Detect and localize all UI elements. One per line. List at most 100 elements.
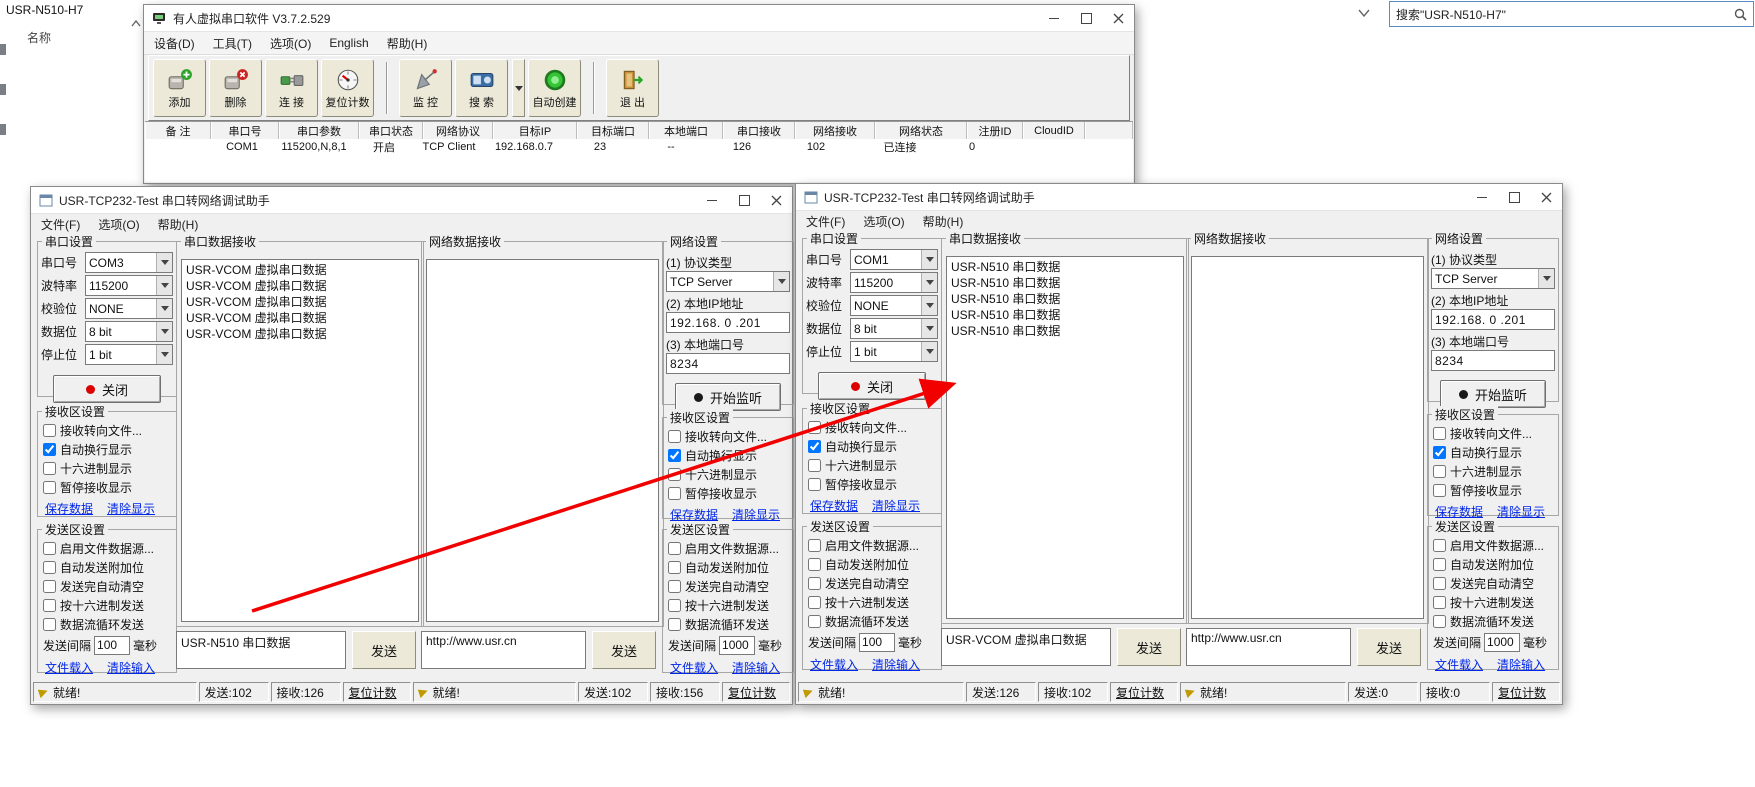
- recv-to-file-checkbox[interactable]: 接收转向文件...: [806, 418, 938, 437]
- baud-rate-select[interactable]: 115200: [85, 275, 173, 296]
- serial-receive-area[interactable]: USR-N510 串口数据 USR-N510 串口数据 USR-N510 串口数…: [946, 256, 1184, 619]
- clear-input-link[interactable]: 清除输入: [732, 659, 780, 676]
- minimize-button[interactable]: [1466, 184, 1498, 210]
- menu-file[interactable]: 文件(F): [806, 213, 845, 230]
- clear-after-send-checkbox[interactable]: 发送完自动清空: [806, 574, 938, 593]
- menu-help[interactable]: 帮助(H): [387, 35, 428, 52]
- menu-options[interactable]: 选项(O): [863, 213, 904, 230]
- protocol-select[interactable]: TCP Server: [666, 271, 790, 292]
- hex-send-checkbox[interactable]: 按十六进制发送: [1431, 593, 1555, 612]
- hex-display-checkbox[interactable]: 十六进制显示: [41, 459, 173, 478]
- network-send-input[interactable]: http://www.usr.cn: [1186, 628, 1351, 666]
- network-send-input[interactable]: http://www.usr.cn: [421, 631, 586, 669]
- local-port-input[interactable]: 8234: [666, 353, 790, 374]
- chevron-down-icon[interactable]: [1538, 269, 1554, 288]
- interval-input[interactable]: 1000: [1484, 633, 1520, 652]
- serial-receive-area[interactable]: USR-VCOM 虚拟串口数据 USR-VCOM 虚拟串口数据 USR-VCOM…: [181, 259, 419, 622]
- auto-append-checkbox[interactable]: 自动发送附加位: [41, 558, 173, 577]
- interval-input[interactable]: 100: [859, 633, 895, 652]
- titlebar[interactable]: USR-TCP232-Test 串口转网络调试助手: [31, 187, 792, 214]
- parity-select[interactable]: NONE: [85, 298, 173, 319]
- explorer-search-box[interactable]: [1389, 1, 1754, 27]
- network-reset-count-link[interactable]: 复位计数: [722, 682, 790, 702]
- add-port-button[interactable]: 添加: [153, 59, 206, 117]
- close-button[interactable]: [1102, 5, 1134, 31]
- auto-wrap-checkbox[interactable]: 自动换行显示: [806, 437, 938, 456]
- start-listen-button[interactable]: 开始监听: [1440, 380, 1546, 408]
- connect-button[interactable]: 连 接: [265, 59, 318, 117]
- chevron-down-icon[interactable]: [156, 276, 172, 295]
- local-port-input[interactable]: 8234: [1431, 350, 1555, 371]
- interval-input[interactable]: 1000: [719, 636, 755, 655]
- clear-display-link[interactable]: 清除显示: [107, 500, 155, 517]
- minimize-button[interactable]: [696, 187, 728, 213]
- maximize-button[interactable]: [1498, 184, 1530, 210]
- clear-input-link[interactable]: 清除输入: [1497, 656, 1545, 673]
- hex-display-checkbox[interactable]: 十六进制显示: [806, 456, 938, 475]
- load-file-link[interactable]: 文件载入: [670, 659, 718, 676]
- menu-device[interactable]: 设备(D): [154, 35, 195, 52]
- local-ip-input[interactable]: 192.168. 0 .201: [666, 312, 790, 333]
- search-device-button[interactable]: 搜 索: [455, 59, 508, 117]
- menu-help[interactable]: 帮助(H): [158, 216, 199, 233]
- baud-rate-select[interactable]: 115200: [850, 272, 938, 293]
- search-dropdown-arrow[interactable]: [512, 59, 525, 117]
- pause-recv-checkbox[interactable]: 暂停接收显示: [1431, 481, 1555, 500]
- reset-count-button[interactable]: 复位计数: [321, 59, 374, 117]
- clear-input-link[interactable]: 清除输入: [107, 659, 155, 676]
- load-file-link[interactable]: 文件载入: [45, 659, 93, 676]
- pause-recv-checkbox[interactable]: 暂停接收显示: [806, 475, 938, 494]
- databits-select[interactable]: 8 bit: [85, 321, 173, 342]
- save-data-link[interactable]: 保存数据: [45, 500, 93, 517]
- hex-send-checkbox[interactable]: 按十六进制发送: [41, 596, 173, 615]
- auto-append-checkbox[interactable]: 自动发送附加位: [666, 558, 790, 577]
- recv-to-file-checkbox[interactable]: 接收转向文件...: [666, 427, 790, 446]
- network-receive-area[interactable]: [426, 259, 659, 622]
- auto-append-checkbox[interactable]: 自动发送附加位: [1431, 555, 1555, 574]
- loop-send-checkbox[interactable]: 数据流循环发送: [666, 615, 790, 634]
- search-icon[interactable]: [1728, 8, 1753, 21]
- menu-file[interactable]: 文件(F): [41, 216, 80, 233]
- table-row[interactable]: COM1 115200,N,8,1 开启 TCP Client 192.168.…: [145, 139, 1133, 155]
- parity-select[interactable]: NONE: [850, 295, 938, 316]
- protocol-select[interactable]: TCP Server: [1431, 268, 1555, 289]
- chevron-down-icon[interactable]: [921, 342, 937, 361]
- recv-to-file-checkbox[interactable]: 接收转向文件...: [1431, 424, 1555, 443]
- menu-english[interactable]: English: [329, 36, 368, 50]
- collapse-chevron-icon[interactable]: [131, 16, 141, 30]
- loop-send-checkbox[interactable]: 数据流循环发送: [41, 615, 173, 634]
- chevron-down-icon[interactable]: [156, 345, 172, 364]
- file-source-checkbox[interactable]: 启用文件数据源...: [41, 539, 173, 558]
- interval-input[interactable]: 100: [94, 636, 130, 655]
- chevron-down-icon[interactable]: [156, 299, 172, 318]
- monitor-button[interactable]: 监 控: [399, 59, 452, 117]
- stopbits-select[interactable]: 1 bit: [850, 341, 938, 362]
- hex-display-checkbox[interactable]: 十六进制显示: [666, 465, 790, 484]
- clear-after-send-checkbox[interactable]: 发送完自动清空: [666, 577, 790, 596]
- close-serial-button[interactable]: 关闭: [53, 375, 161, 403]
- clear-input-link[interactable]: 清除输入: [872, 656, 920, 673]
- autocreate-button[interactable]: 自动创建: [528, 59, 581, 117]
- load-file-link[interactable]: 文件载入: [810, 656, 858, 673]
- chevron-down-icon[interactable]: [921, 319, 937, 338]
- chevron-down-icon[interactable]: [773, 272, 789, 291]
- pause-recv-checkbox[interactable]: 暂停接收显示: [41, 478, 173, 497]
- serial-port-select[interactable]: COM3: [85, 252, 173, 273]
- start-listen-button[interactable]: 开始监听: [675, 383, 781, 411]
- chevron-down-icon[interactable]: [921, 296, 937, 315]
- serial-port-select[interactable]: COM1: [850, 249, 938, 270]
- vcom-titlebar[interactable]: 有人虚拟串口软件 V3.7.2.529: [144, 5, 1134, 32]
- serial-send-button[interactable]: 发送: [1117, 628, 1181, 666]
- serial-send-button[interactable]: 发送: [352, 631, 416, 669]
- auto-wrap-checkbox[interactable]: 自动换行显示: [666, 446, 790, 465]
- delete-port-button[interactable]: 删除: [209, 59, 262, 117]
- menu-options[interactable]: 选项(O): [270, 35, 311, 52]
- search-input[interactable]: [1390, 6, 1728, 22]
- network-send-button[interactable]: 发送: [592, 631, 656, 669]
- local-ip-input[interactable]: 192.168. 0 .201: [1431, 309, 1555, 330]
- stopbits-select[interactable]: 1 bit: [85, 344, 173, 365]
- menu-help[interactable]: 帮助(H): [923, 213, 964, 230]
- chevron-down-icon[interactable]: [156, 322, 172, 341]
- titlebar[interactable]: USR-TCP232-Test 串口转网络调试助手: [796, 184, 1562, 211]
- auto-wrap-checkbox[interactable]: 自动换行显示: [1431, 443, 1555, 462]
